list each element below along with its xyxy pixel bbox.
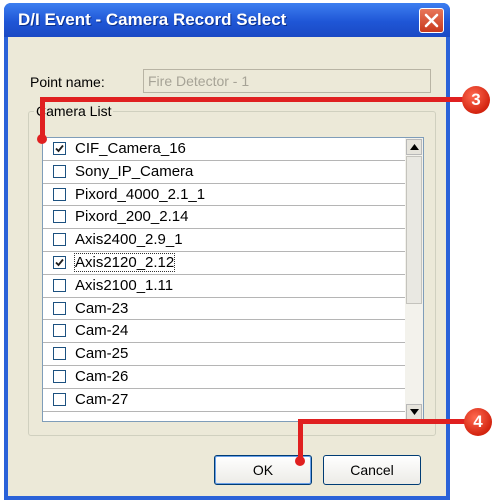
close-button[interactable] xyxy=(419,8,444,33)
camera-name: Cam-24 xyxy=(75,322,129,340)
camera-list-label: Camera List xyxy=(34,103,114,119)
camera-list-item[interactable]: Axis2100_1.11 xyxy=(43,275,406,298)
callout-3-line-horizontal xyxy=(40,97,464,102)
camera-checkbox[interactable] xyxy=(53,210,66,224)
camera-listbox[interactable]: CIF_Camera_16 Sony_IP_Camera Pixord_4000_2… xyxy=(42,137,424,422)
camera-list-item[interactable]: Axis2120_2.12 xyxy=(43,252,406,275)
camera-checkbox[interactable] xyxy=(53,142,66,155)
camera-name: Cam-26 xyxy=(75,367,129,385)
camera-checkbox[interactable] xyxy=(53,233,66,247)
camera-name: Pixord_4000_2.1_1 xyxy=(75,185,206,203)
camera-name: Cam-27 xyxy=(75,390,129,408)
camera-list-item[interactable]: Cam-24 xyxy=(43,320,406,344)
title-bar[interactable]: D/I Event - Camera Record Select xyxy=(4,3,450,37)
dialog-body: Point name: Fire Detector - 1 Camera Lis… xyxy=(8,37,446,496)
scroll-up-button[interactable] xyxy=(406,139,422,155)
camera-list-item[interactable]: CIF_Camera_16 xyxy=(43,138,406,161)
camera-list-item[interactable]: Sony_IP_Camera xyxy=(43,161,406,184)
camera-name: Axis2400_2.9_1 xyxy=(75,231,183,249)
camera-checkbox[interactable] xyxy=(53,369,66,383)
camera-checkbox[interactable] xyxy=(53,301,66,315)
camera-checkbox[interactable] xyxy=(53,392,66,406)
camera-name: CIF_Camera_16 xyxy=(75,140,186,157)
camera-checkbox[interactable] xyxy=(53,324,66,338)
checkmark-icon xyxy=(55,144,64,153)
camera-name: Sony_IP_Camera xyxy=(75,162,194,180)
scroll-down-button[interactable] xyxy=(406,404,422,420)
camera-list-item[interactable]: Cam-25 xyxy=(43,343,406,366)
close-icon xyxy=(424,13,439,28)
camera-name: Axis2100_1.11 xyxy=(75,276,174,294)
callout-3-dot xyxy=(37,134,47,144)
point-name-field: Fire Detector - 1 xyxy=(143,69,431,93)
camera-checkbox[interactable] xyxy=(53,164,66,178)
dialog-window: D/I Event - Camera Record Select Point n… xyxy=(4,3,450,500)
callout-4-line-horizontal xyxy=(298,419,466,424)
callout-4-dot xyxy=(295,456,305,466)
camera-name: Pixord_200_2.14 xyxy=(75,208,189,226)
camera-list-item[interactable]: Cam-23 xyxy=(43,298,406,321)
camera-list-item[interactable]: Pixord_200_2.14 xyxy=(43,206,406,230)
camera-list-item[interactable]: Pixord_4000_2.1_1 xyxy=(43,184,406,207)
camera-list: CIF_Camera_16 Sony_IP_Camera Pixord_4000_2… xyxy=(43,138,406,412)
camera-name: Axis2120_2.12 xyxy=(73,252,176,272)
camera-checkbox[interactable] xyxy=(53,347,66,361)
window-title: D/I Event - Camera Record Select xyxy=(18,10,287,29)
camera-list-item[interactable]: Axis2400_2.9_1 xyxy=(43,229,406,252)
camera-checkbox[interactable] xyxy=(53,187,66,201)
camera-name: Cam-23 xyxy=(75,299,129,317)
camera-name: Cam-25 xyxy=(75,345,129,363)
callout-3-line-vertical xyxy=(40,97,45,139)
cancel-button[interactable]: Cancel xyxy=(323,455,421,485)
scroll-thumb[interactable] xyxy=(406,156,422,304)
checkmark-icon xyxy=(55,258,64,267)
callout-3-marker: 3 xyxy=(462,86,490,114)
camera-list-item[interactable]: Cam-27 xyxy=(43,389,406,412)
callout-4-line-vertical xyxy=(298,419,303,461)
callout-4-marker: 4 xyxy=(464,408,492,436)
camera-list-item[interactable]: Cam-26 xyxy=(43,366,406,389)
arrow-down-icon xyxy=(410,409,419,415)
vertical-scrollbar[interactable] xyxy=(405,138,423,421)
arrow-up-icon xyxy=(410,144,419,150)
camera-checkbox[interactable] xyxy=(53,278,66,292)
camera-checkbox[interactable] xyxy=(53,255,66,269)
point-name-label: Point name: xyxy=(30,74,105,90)
